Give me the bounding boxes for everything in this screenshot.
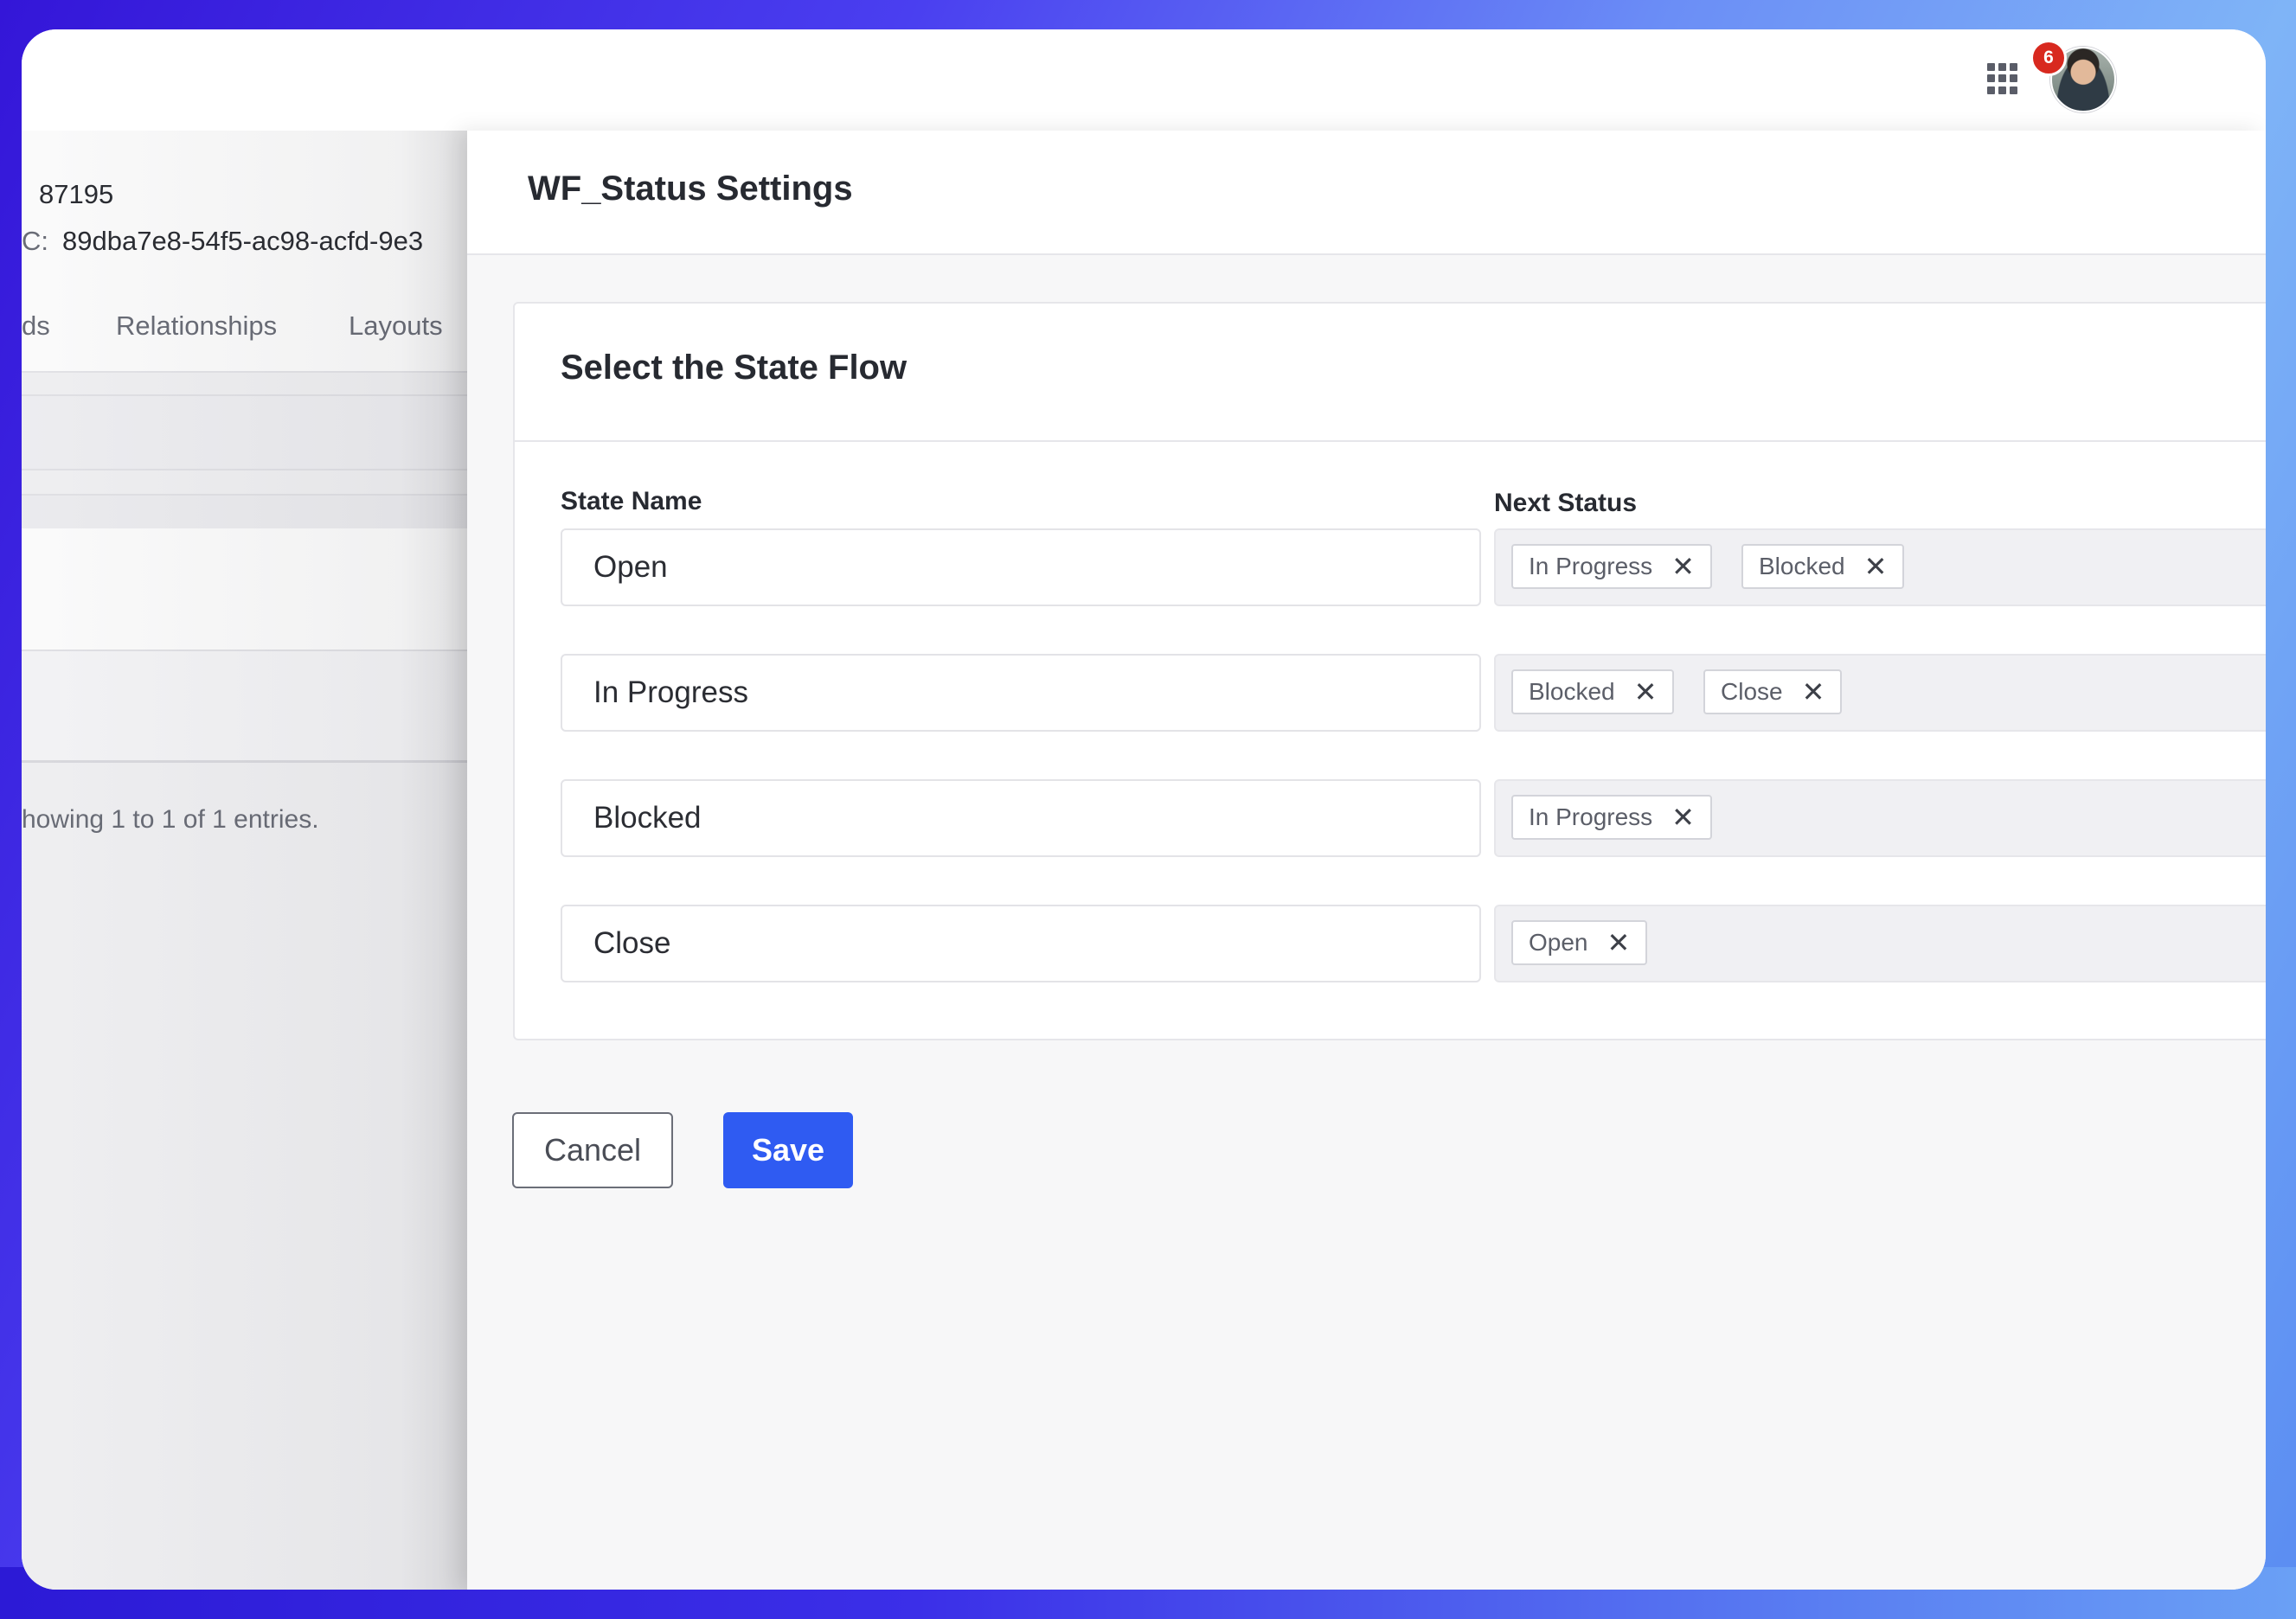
object-erc: C: 89dba7e8-54f5-ac98-acfd-9e3 [22, 226, 423, 257]
tab-relationships[interactable]: Relationships [116, 310, 277, 342]
background-page: 87195 C: 89dba7e8-54f5-ac98-acfd-9e3 ds R… [22, 131, 467, 1590]
panel-header: WF_Status Settings [467, 131, 2266, 255]
card-header: Select the State Flow [515, 304, 2266, 442]
state-name-input[interactable]: Blocked [561, 779, 1481, 857]
app-window: 6 87195 C: 89dba7e8-54f5-ac98-acfd-9e3 ds… [22, 29, 2266, 1590]
state-name-input[interactable]: In Progress [561, 654, 1481, 732]
state-name-input[interactable]: Open [561, 528, 1481, 606]
toolbar-strip [22, 394, 467, 470]
status-chip: Blocked ✕ [1741, 544, 1905, 589]
chip-label: Blocked [1759, 553, 1845, 579]
object-id: 87195 [39, 179, 114, 209]
remove-chip-icon[interactable]: ✕ [1634, 678, 1658, 706]
chip-label: Blocked [1529, 678, 1615, 705]
top-bar: 6 [22, 29, 2266, 132]
chip-label: In Progress [1529, 553, 1653, 579]
chip-label: Open [1529, 929, 1588, 956]
cancel-button[interactable]: Cancel [512, 1112, 673, 1188]
remove-chip-icon[interactable]: ✕ [1671, 553, 1695, 580]
state-name-input[interactable]: Close [561, 905, 1481, 982]
next-status-select[interactable]: In Progress ✕ Blocked ✕ [1494, 528, 2266, 606]
status-chip: In Progress ✕ [1511, 544, 1712, 589]
save-button[interactable]: Save [723, 1112, 853, 1188]
erc-label: C: [22, 226, 48, 256]
remove-chip-icon[interactable]: ✕ [1802, 678, 1825, 706]
tab-layouts[interactable]: Layouts [349, 310, 443, 342]
status-chip: In Progress ✕ [1511, 795, 1712, 840]
table-footer [22, 651, 467, 763]
notification-badge: 6 [2030, 40, 2067, 76]
table-row[interactable] [22, 528, 467, 651]
object-header: 87195 C: 89dba7e8-54f5-ac98-acfd-9e3 ds R… [22, 131, 467, 373]
app-grid-icon[interactable] [1987, 63, 2018, 94]
next-status-select[interactable]: Blocked ✕ Close ✕ [1494, 654, 2266, 732]
erc-value: 89dba7e8-54f5-ac98-acfd-9e3 [62, 226, 424, 256]
status-chip: Open ✕ [1511, 920, 1648, 965]
remove-chip-icon[interactable]: ✕ [1864, 553, 1888, 580]
panel-title: WF_Status Settings [528, 170, 853, 208]
table-header-strip [22, 494, 467, 530]
next-status-select[interactable]: In Progress ✕ [1494, 779, 2266, 857]
chip-label: Close [1721, 678, 1783, 705]
state-flow-card: Select the State Flow State Name Next St… [513, 302, 2266, 1040]
state-name-label: State Name [561, 487, 702, 515]
next-status-label: Next Status [1494, 489, 1638, 517]
chip-label: In Progress [1529, 803, 1653, 830]
status-chip: Close ✕ [1703, 669, 1843, 714]
tab-fields[interactable]: ds [22, 310, 50, 342]
card-title: Select the State Flow [561, 349, 907, 387]
remove-chip-icon[interactable]: ✕ [1671, 803, 1695, 831]
pagination-info: howing 1 to 1 of 1 entries. [22, 805, 319, 834]
object-tabs: ds Relationships Layouts [22, 278, 467, 373]
settings-panel: WF_Status Settings Select the State Flow… [467, 131, 2266, 1590]
remove-chip-icon[interactable]: ✕ [1607, 929, 1631, 957]
status-chip: Blocked ✕ [1511, 669, 1675, 714]
next-status-select[interactable]: Open ✕ [1494, 905, 2266, 982]
